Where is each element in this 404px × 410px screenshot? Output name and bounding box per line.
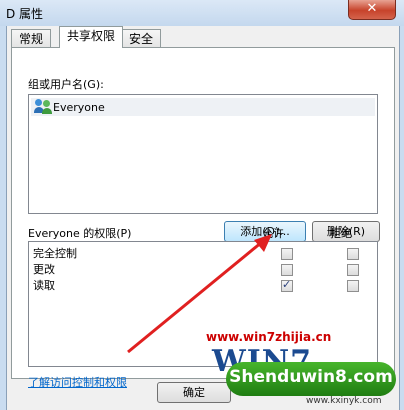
watermark-url: www.win7zhijia.cn bbox=[206, 330, 332, 344]
watermark-site: www.kxinyk.com bbox=[306, 396, 382, 406]
annotation-arrow bbox=[127, 234, 272, 354]
watermark-badge: Shenduwin8.com bbox=[226, 362, 396, 396]
